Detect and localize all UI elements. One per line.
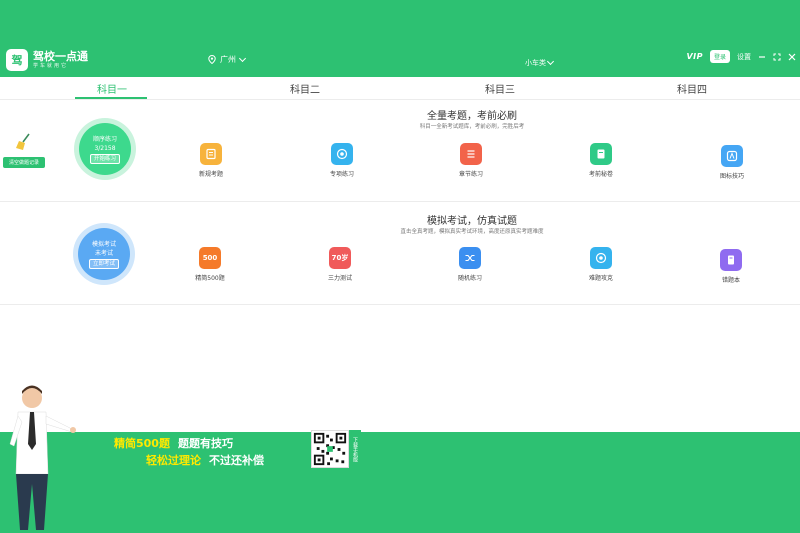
tab-subject-2[interactable]: 科目二 (290, 81, 320, 96)
item-label: 新规考题 (198, 171, 223, 178)
close-icon[interactable] (788, 53, 796, 61)
item-sign-tips[interactable]: 图标技巧 (702, 145, 762, 180)
start-exam-button[interactable]: 立即考试 (88, 258, 119, 269)
app-brand: 驾 驾校一点通 学车就用它 (6, 49, 88, 71)
fullscreen-icon[interactable] (773, 53, 781, 61)
active-tab-indicator (75, 97, 147, 99)
slogan-1-highlight: 精简500题 (114, 437, 170, 450)
three-skills-icon-text: 70岁 (331, 254, 349, 262)
chevron-down-icon (238, 54, 247, 62)
mascot-person-illustration (9, 385, 76, 530)
subject-tabs: 科目一 科目二 科目三 科目四 (0, 77, 800, 100)
qr-code-icon (311, 430, 349, 468)
mock-exam-circle[interactable]: 模拟考试 未考试 立即考试 (73, 223, 135, 285)
500-icon: 500 (199, 247, 221, 269)
city-label: 广州 (220, 55, 236, 64)
secret-paper-icon (590, 143, 612, 165)
mock-exam-section: 模拟考试，仿真试题 直击全真考题，模拟真实考试环境，高度还原真实考题难度 模拟考… (0, 203, 800, 305)
item-new-rules[interactable]: 新规考题 (181, 143, 241, 178)
tab-subject-1[interactable]: 科目一 (97, 81, 127, 96)
login-button[interactable]: 登录 (709, 50, 730, 63)
list-icon (460, 143, 482, 165)
practice-section: 全量考题，考前必刷 科目一全新考试题库，考前必刷，完胜后考 顺序练习 3/215… (0, 100, 800, 202)
item-label: 随机练习 (457, 275, 482, 282)
mock-exam-status: 未考试 (94, 249, 113, 257)
item-label: 精简500题 (195, 275, 225, 282)
mock-exam-title: 模拟考试，仿真试题 (427, 216, 517, 227)
location-icon (208, 55, 216, 64)
item-label: 考前秘卷 (588, 171, 613, 178)
app-name: 驾校一点通 (33, 49, 88, 63)
city-selector[interactable]: 广州 (208, 54, 247, 65)
slogan-line-2: 轻松过理论 不过还补偿 (146, 452, 264, 468)
slogan-line-1: 精简500题 题题有技巧 (114, 435, 233, 451)
item-hard-questions[interactable]: 难题攻克 (571, 247, 631, 282)
slogan-2-highlight: 轻松过理论 (146, 454, 201, 467)
slogan-2-text: 不过还补偿 (209, 454, 264, 467)
item-secret-paper[interactable]: 考前秘卷 (571, 143, 631, 178)
500-icon-text: 500 (202, 254, 218, 262)
item-chapter-practice[interactable]: 章节练习 (441, 143, 501, 178)
minimize-icon[interactable] (758, 53, 766, 61)
target-icon (331, 143, 353, 165)
app-logo: 驾 (6, 49, 28, 71)
tab-subject-3[interactable]: 科目三 (485, 81, 515, 96)
item-label: 难题攻克 (588, 275, 613, 282)
item-label: 图标技巧 (719, 173, 744, 180)
app-tagline: 学车就用它 (33, 62, 69, 69)
sequential-practice-progress: 3/2158 (94, 144, 116, 152)
car-type-label: 小车类 (525, 59, 546, 67)
app-logo-char: 驾 (11, 54, 23, 67)
item-special-practice[interactable]: 专项练习 (312, 143, 372, 178)
item-mistake-book[interactable]: 错题本 (701, 249, 761, 284)
item-simplified-500[interactable]: 500 精简500题 (180, 247, 240, 282)
three-skills-icon: 70岁 (329, 247, 351, 269)
practice-title: 全量考题，考前必刷 (427, 111, 517, 122)
sequential-practice-circle[interactable]: 顺序练习 3/2158 开始练习 (74, 118, 136, 180)
car-type-selector[interactable]: 小车类 (525, 57, 555, 68)
slogan-1-text: 题题有技巧 (177, 437, 233, 450)
tab-subject-4[interactable]: 科目四 (677, 81, 707, 96)
shuffle-icon (459, 247, 481, 269)
download-mobile-label: 下载手机版 (349, 430, 361, 468)
new-rules-icon (200, 143, 222, 165)
sign-icon (721, 145, 743, 167)
mock-exam-label: 模拟考试 (91, 240, 116, 248)
item-label: 章节练习 (458, 171, 483, 178)
item-label: 三力测试 (327, 275, 352, 282)
vip-button[interactable]: VIP (686, 52, 703, 61)
title-bar: 驾 驾校一点通 学车就用它 广州 小车类 VIP 登录 设置 (0, 0, 800, 77)
item-three-skills[interactable]: 70岁 三力测试 (310, 247, 370, 282)
item-random-practice[interactable]: 随机练习 (440, 247, 500, 282)
sequential-practice-label: 顺序练习 (92, 135, 117, 143)
notebook-icon (720, 249, 742, 271)
item-label: 专项练习 (329, 171, 354, 178)
start-practice-button[interactable]: 开始练习 (89, 153, 120, 164)
chevron-down-icon (546, 57, 555, 66)
item-label: 错题本 (721, 277, 740, 284)
target-icon (590, 247, 612, 269)
settings-button[interactable]: 设置 (737, 52, 751, 62)
